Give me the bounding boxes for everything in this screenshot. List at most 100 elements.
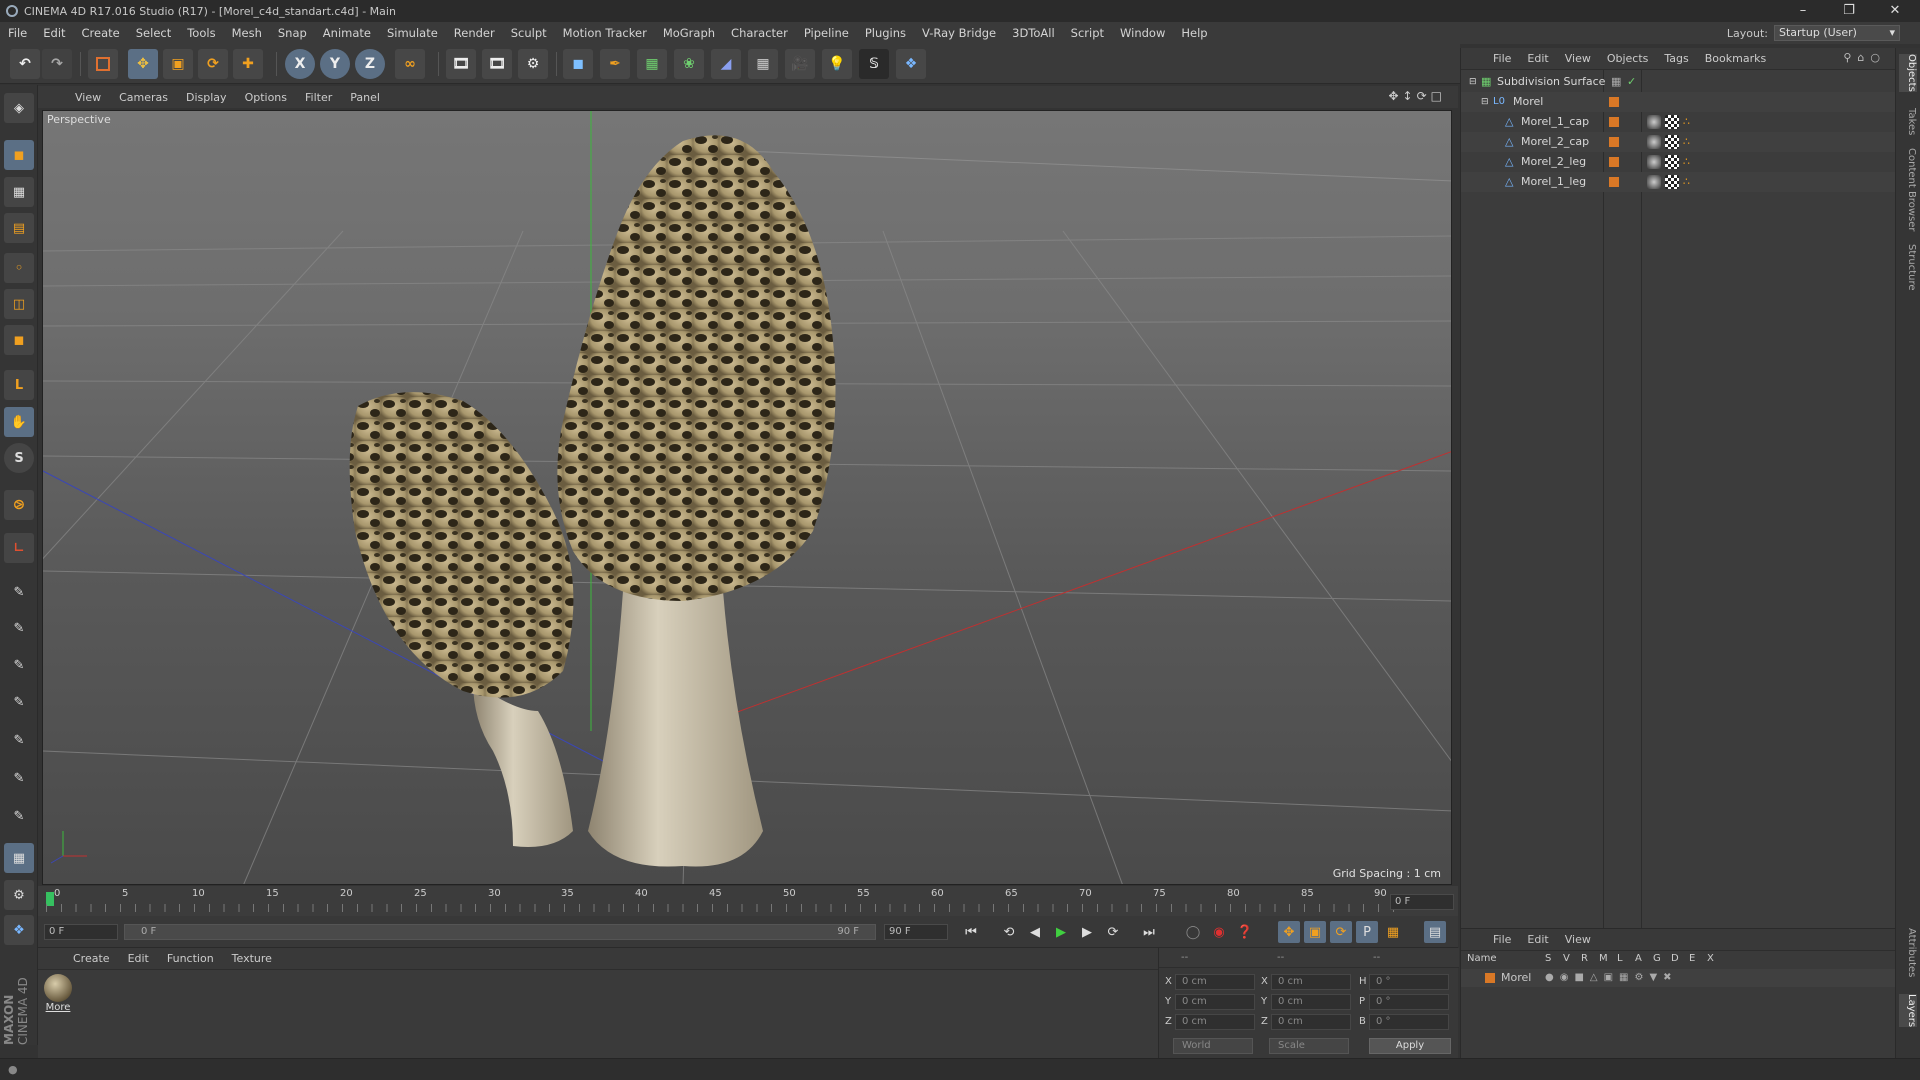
sculpt-mask-icon[interactable]: ✎ bbox=[4, 801, 34, 831]
enable-axis-icon[interactable]: L bbox=[4, 370, 34, 400]
viewport-menu-cameras[interactable]: Cameras bbox=[110, 91, 177, 104]
morel-2-cap[interactable] bbox=[349, 392, 574, 698]
record-disabled-icon[interactable]: ◯ bbox=[1182, 921, 1204, 943]
menu-edit[interactable]: Edit bbox=[35, 26, 73, 40]
next-key-icon[interactable]: ⟳ bbox=[1102, 921, 1124, 943]
camera-icon[interactable]: 🎥 bbox=[785, 49, 815, 79]
rot-h-field[interactable]: 0 ° bbox=[1369, 974, 1449, 990]
autokey-icon[interactable]: ❓ bbox=[1234, 921, 1256, 943]
coord-mode-dropdown[interactable]: World bbox=[1173, 1038, 1253, 1054]
python-script-icon[interactable]: ❖ bbox=[4, 915, 34, 945]
axis-y-button[interactable]: Y bbox=[320, 49, 350, 79]
workplane-icon[interactable]: ▤ bbox=[4, 213, 34, 243]
key-parameter-icon[interactable]: P bbox=[1356, 921, 1378, 943]
light-icon[interactable]: 💡 bbox=[822, 49, 852, 79]
material-menu-function[interactable]: Function bbox=[158, 952, 223, 965]
go-to-start-icon[interactable]: ⏮ bbox=[960, 921, 982, 943]
solo-icon[interactable]: S bbox=[4, 443, 34, 473]
deformer-icon[interactable]: ◢ bbox=[711, 49, 741, 79]
record-icon[interactable]: ◉ bbox=[1208, 921, 1230, 943]
visibility-icon[interactable]: ▦ bbox=[1611, 72, 1621, 92]
collapse-icon[interactable]: ⊟ bbox=[1469, 72, 1477, 92]
brush-tool-icon[interactable]: ✎ bbox=[4, 577, 34, 607]
tab-attributes[interactable]: Attributes bbox=[1899, 928, 1917, 977]
play-icon[interactable]: ▶ bbox=[1050, 921, 1072, 943]
timeline-ruler[interactable]: 0 5 10 15 20 25 30 35 40 45 50 55 60 65 … bbox=[38, 886, 1458, 916]
frame-range-slider[interactable]: 0 F 90 F bbox=[124, 924, 876, 940]
rot-p-field[interactable]: 0 ° bbox=[1369, 994, 1449, 1010]
minimize-icon[interactable]: – bbox=[1780, 0, 1826, 22]
size-z-field[interactable]: 0 cm bbox=[1271, 1014, 1351, 1030]
object-row-morel-2-leg[interactable]: △ Morel_2_leg ∴ bbox=[1461, 152, 1896, 172]
menu-help[interactable]: Help bbox=[1173, 26, 1215, 40]
go-to-end-icon[interactable]: ⏭ bbox=[1138, 921, 1160, 943]
menu-plugins[interactable]: Plugins bbox=[857, 26, 914, 40]
pos-z-field[interactable]: 0 cm bbox=[1175, 1014, 1255, 1030]
key-position-icon[interactable]: ✥ bbox=[1278, 921, 1300, 943]
move-tool-icon[interactable]: ✥ bbox=[128, 49, 158, 79]
restore-icon[interactable]: ❐ bbox=[1826, 0, 1872, 22]
current-frame-field[interactable]: 0 F bbox=[1390, 894, 1454, 910]
model-mode-icon[interactable]: ◼ bbox=[4, 140, 34, 170]
live-selection-icon[interactable] bbox=[88, 49, 118, 79]
apply-button[interactable]: Apply bbox=[1369, 1038, 1451, 1054]
uvw-tag-icon[interactable] bbox=[1665, 175, 1679, 189]
transform-tool-icon[interactable]: ✚ bbox=[233, 49, 263, 79]
viewport-navigation-icon[interactable]: ✥↕⟳□ bbox=[1388, 89, 1446, 103]
uvw-tag-icon[interactable] bbox=[1665, 115, 1679, 129]
layer-row-morel[interactable]: Morel ●◉■△▣▦⚙▼✖ bbox=[1461, 969, 1896, 987]
texture-tag-icon[interactable] bbox=[1647, 155, 1661, 169]
render-picture-viewer-icon[interactable]: 🎞 bbox=[482, 49, 512, 79]
size-y-field[interactable]: 0 cm bbox=[1271, 994, 1351, 1010]
pos-x-field[interactable]: 0 cm bbox=[1175, 974, 1255, 990]
menu-mesh[interactable]: Mesh bbox=[224, 26, 270, 40]
coord-scale-dropdown[interactable]: Scale bbox=[1269, 1038, 1349, 1054]
menu-vray-bridge[interactable]: V-Ray Bridge bbox=[914, 26, 1004, 40]
obj-menu-file[interactable]: File bbox=[1485, 52, 1519, 65]
vray-icon[interactable]: 𝕊 bbox=[859, 49, 889, 79]
python-icon[interactable]: ❖ bbox=[896, 49, 926, 79]
menu-3dtoall[interactable]: 3DToAll bbox=[1004, 26, 1063, 40]
render-view-icon[interactable]: 🎞 bbox=[446, 49, 476, 79]
edges-mode-icon[interactable]: ◫ bbox=[4, 289, 34, 319]
texture-tag-icon[interactable] bbox=[1647, 135, 1661, 149]
texture-tag-icon[interactable] bbox=[1647, 175, 1661, 189]
scale-tool-icon[interactable]: ▣ bbox=[163, 49, 193, 79]
edit-render-settings-icon[interactable]: ⚙ bbox=[518, 49, 548, 79]
menu-snap[interactable]: Snap bbox=[270, 26, 315, 40]
tab-structure[interactable]: Structure bbox=[1899, 244, 1917, 291]
menu-script[interactable]: Script bbox=[1063, 26, 1112, 40]
viewport-menu-options[interactable]: Options bbox=[236, 91, 296, 104]
rotate-tool-icon[interactable]: ⟳ bbox=[198, 49, 228, 79]
cloner-icon[interactable]: ❀ bbox=[674, 49, 704, 79]
next-frame-icon[interactable]: ▶ bbox=[1076, 921, 1098, 943]
quantize-icon[interactable]: ∟ bbox=[4, 533, 34, 563]
menu-pipeline[interactable]: Pipeline bbox=[796, 26, 857, 40]
axis-x-button[interactable]: X bbox=[285, 49, 315, 79]
undo-icon[interactable]: ↶ bbox=[10, 49, 40, 79]
uvw-tag-icon[interactable] bbox=[1665, 155, 1679, 169]
previous-key-icon[interactable]: ⟲ bbox=[998, 921, 1020, 943]
morel-2-leg[interactable] bbox=[473, 681, 573, 847]
size-x-field[interactable]: 0 cm bbox=[1271, 974, 1351, 990]
menu-motion-tracker[interactable]: Motion Tracker bbox=[555, 26, 655, 40]
redo-icon[interactable]: ↷ bbox=[42, 49, 72, 79]
layer-toggle-icons[interactable]: ●◉■△▣▦⚙▼✖ bbox=[1545, 969, 1678, 987]
menu-animate[interactable]: Animate bbox=[315, 26, 379, 40]
object-row-subdivision-surface[interactable]: ⊟ ▦ Subdivision Surface ▦ ✓ bbox=[1461, 72, 1896, 92]
obj-menu-tags[interactable]: Tags bbox=[1656, 52, 1696, 65]
sculpt-pull-icon[interactable]: ✎ bbox=[4, 613, 34, 643]
obj-menu-bookmarks[interactable]: Bookmarks bbox=[1697, 52, 1774, 65]
cube-object-icon[interactable]: ◼ bbox=[563, 49, 593, 79]
menu-simulate[interactable]: Simulate bbox=[379, 26, 446, 40]
material-menu-texture[interactable]: Texture bbox=[223, 952, 281, 965]
object-row-morel-1-cap[interactable]: △ Morel_1_cap ∴ bbox=[1461, 112, 1896, 132]
menu-mograph[interactable]: MoGraph bbox=[655, 26, 723, 40]
snap-icon[interactable]: ⧁ bbox=[4, 490, 34, 520]
tab-content-browser[interactable]: Content Browser bbox=[1899, 148, 1917, 231]
object-row-morel-1-leg[interactable]: △ Morel_1_leg ∴ bbox=[1461, 172, 1896, 192]
subdivision-surface-icon[interactable]: ▦ bbox=[637, 49, 667, 79]
key-rotation-icon[interactable]: ⟳ bbox=[1330, 921, 1352, 943]
close-icon[interactable]: ✕ bbox=[1872, 0, 1918, 22]
start-frame-field[interactable]: 0 F bbox=[44, 924, 118, 940]
